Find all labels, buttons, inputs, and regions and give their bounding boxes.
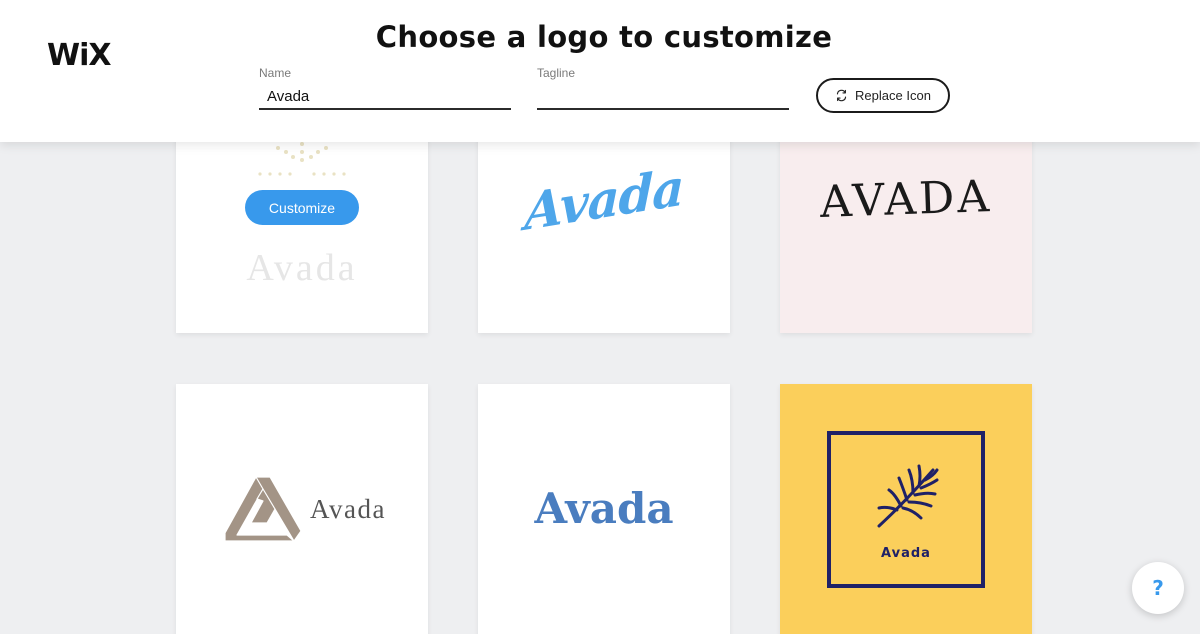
logo-card-6[interactable]: Avada bbox=[780, 384, 1032, 634]
impossible-triangle-icon bbox=[224, 476, 301, 542]
logo-text: Avada bbox=[310, 494, 386, 524]
logo-text: Avada bbox=[246, 247, 358, 289]
tagline-field: Tagline bbox=[537, 66, 789, 110]
tagline-input[interactable] bbox=[537, 86, 789, 110]
logo-card-2[interactable]: Avada bbox=[478, 128, 730, 333]
replace-icon-label: Replace Icon bbox=[855, 88, 931, 103]
logo-card-5[interactable]: Avada bbox=[478, 384, 730, 634]
logo-text: Avada bbox=[524, 156, 684, 243]
dots-decoration-icon bbox=[258, 142, 346, 176]
logo-card-1[interactable]: Customize Avada bbox=[176, 128, 428, 333]
name-label: Name bbox=[259, 66, 292, 80]
logo-card-3[interactable]: AVADA bbox=[780, 128, 1032, 333]
page-title: Choose a logo to customize bbox=[375, 20, 833, 54]
palm-leaf-icon bbox=[877, 464, 939, 528]
help-button[interactable]: ? bbox=[1132, 562, 1184, 614]
customize-button[interactable]: Customize bbox=[245, 190, 359, 225]
refresh-icon bbox=[836, 89, 847, 102]
logo-card-4[interactable]: Avada bbox=[176, 384, 428, 634]
logo-text: Avada bbox=[881, 546, 931, 561]
name-field: Name bbox=[259, 66, 511, 110]
top-header: WiX Choose a logo to customize Name Tagl… bbox=[0, 0, 1200, 142]
name-input[interactable] bbox=[259, 86, 511, 110]
logo-text: AVADA bbox=[819, 171, 993, 228]
logo-text: Avada bbox=[534, 484, 674, 533]
replace-icon-button[interactable]: Replace Icon bbox=[816, 78, 950, 113]
tagline-label: Tagline bbox=[537, 66, 576, 80]
